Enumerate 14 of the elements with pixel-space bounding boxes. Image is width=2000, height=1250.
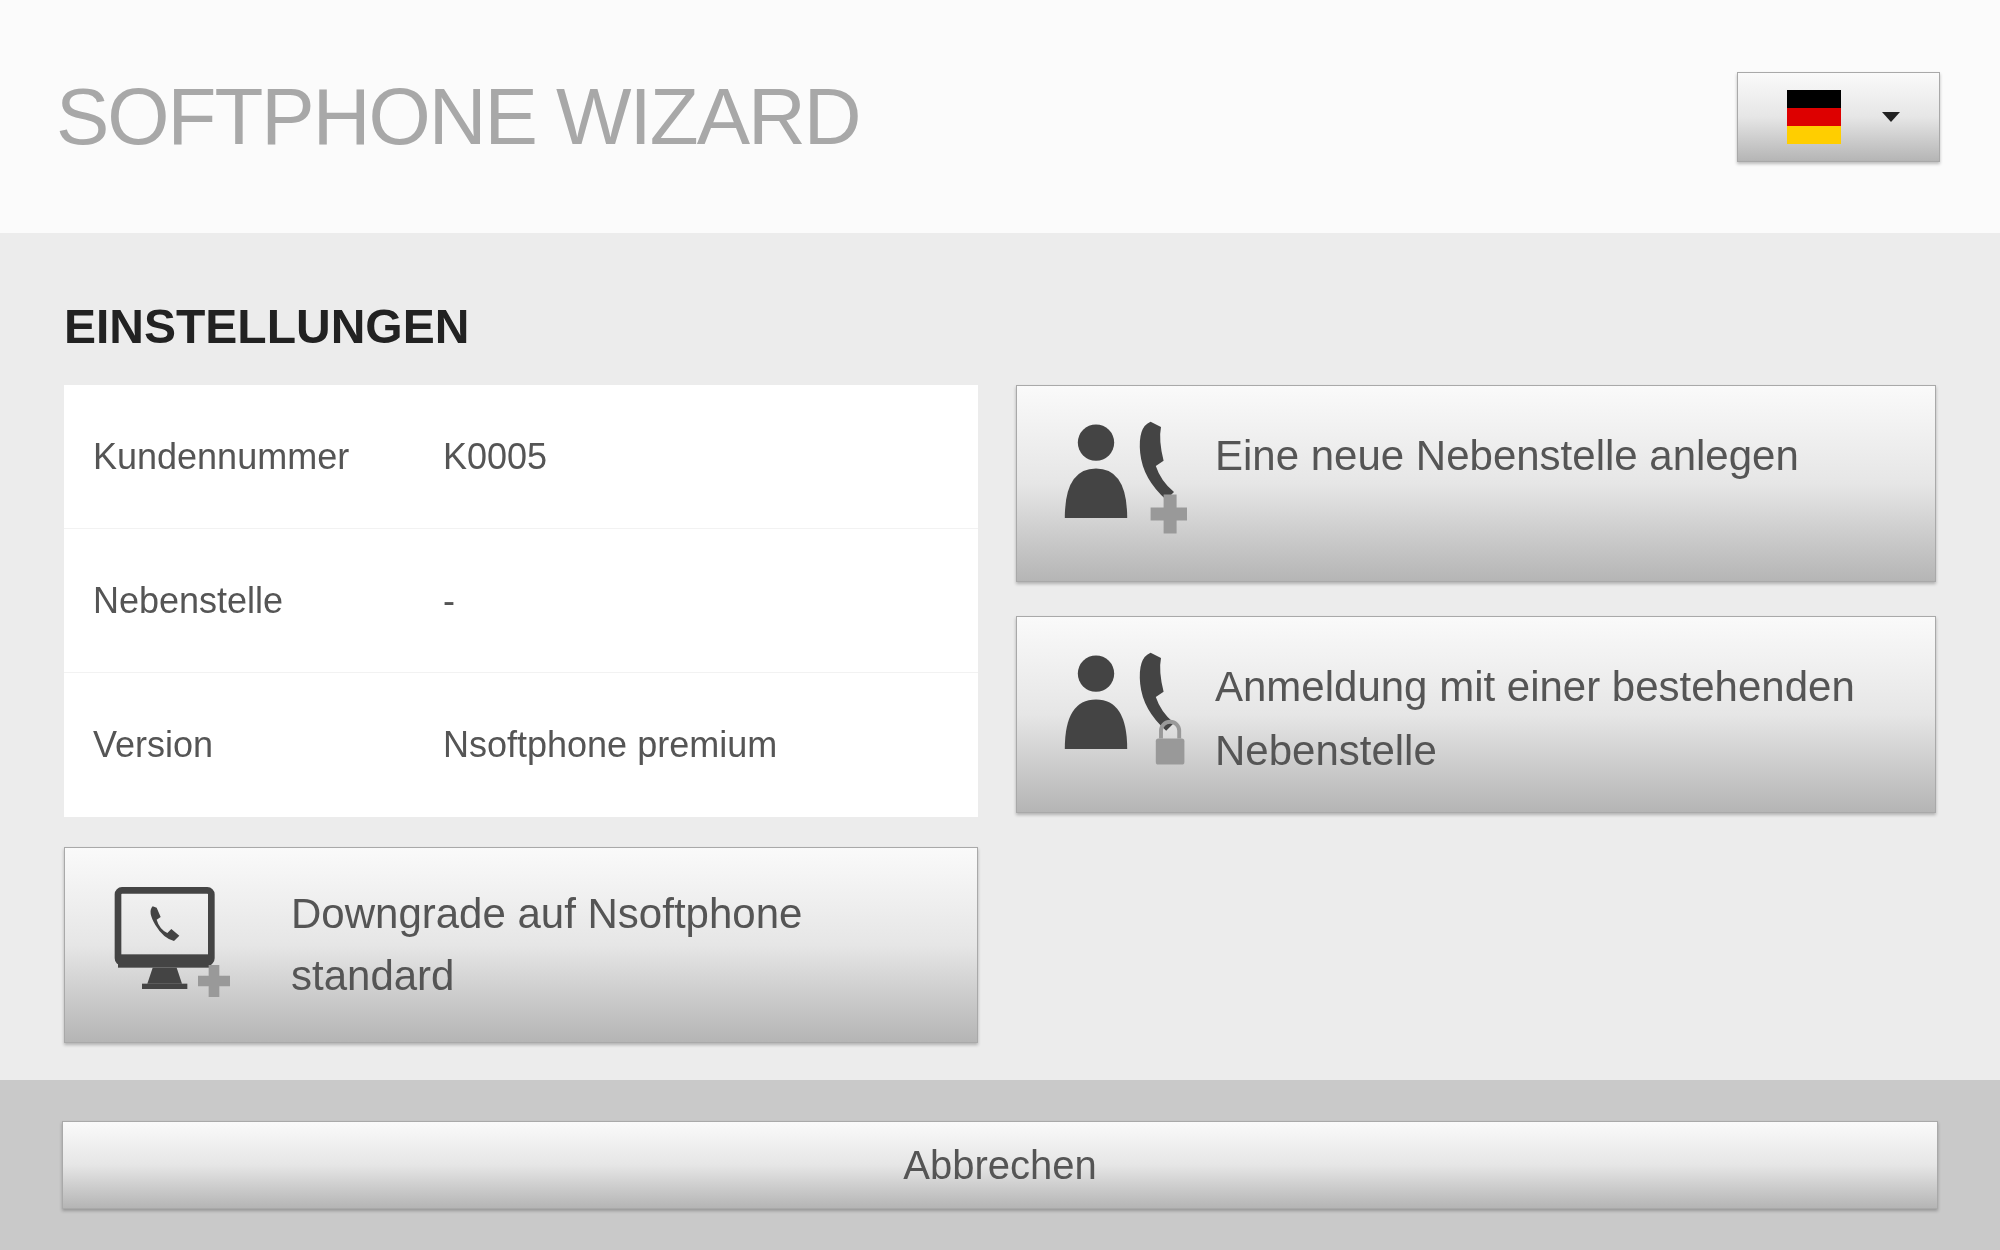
action-button[interactable]: Anmeldung mit einer bestehenden Nebenstelle [1016, 616, 1936, 813]
caret-icon [1881, 111, 1900, 122]
downgrade-button[interactable]: Downgrade auf Nsoftphone standard [64, 847, 978, 1043]
setting-label: Nebenstelle [92, 578, 285, 623]
setting-value: - [443, 578, 455, 623]
language-selector[interactable] [1737, 71, 1940, 162]
action-button[interactable]: Eine neue Nebenstelle anlegen [1016, 385, 1936, 582]
wizard-title: SOFTPHONE WIZARD [56, 70, 860, 163]
setting-label: Version [92, 723, 215, 767]
setting-value: Nsoftphone premium [443, 723, 778, 767]
cancel-button[interactable]: Abbrechen [62, 1121, 1938, 1209]
setting-label: Kundennummer [92, 434, 351, 479]
section-heading: EINSTELLUNGEN [64, 299, 471, 355]
setting-value: K0005 [443, 434, 548, 479]
